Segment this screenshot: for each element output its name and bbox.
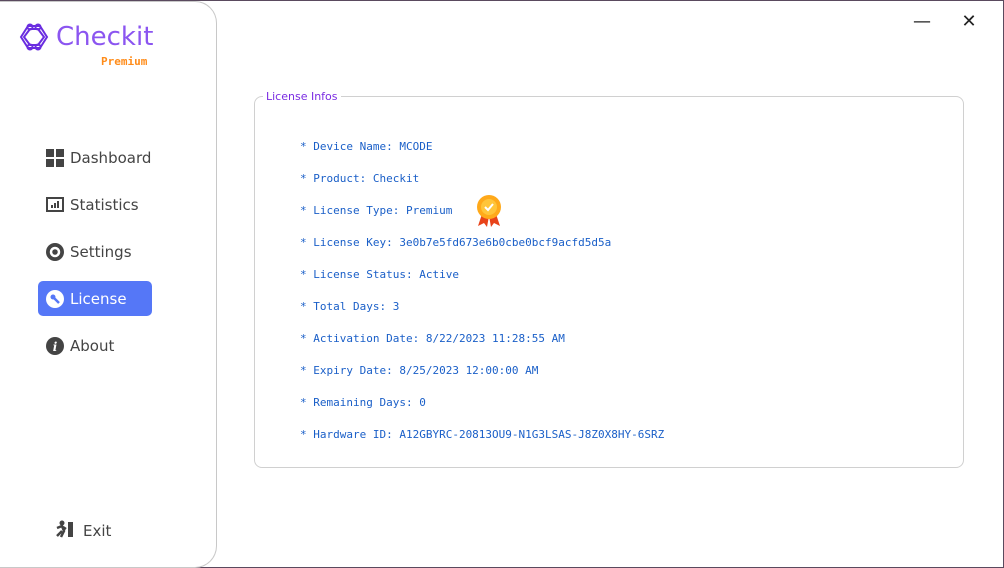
device-name: * Device Name: MCODE bbox=[300, 140, 433, 153]
nav-license[interactable]: License bbox=[38, 281, 152, 316]
info-icon: i bbox=[45, 336, 65, 356]
license-status: * License Status: Active bbox=[300, 268, 459, 281]
key-icon bbox=[45, 289, 65, 309]
svg-text:i: i bbox=[53, 340, 58, 354]
nav-statistics[interactable]: Statistics bbox=[38, 187, 152, 222]
total-days: * Total Days: 3 bbox=[300, 300, 400, 313]
exit-label: Exit bbox=[83, 522, 112, 540]
logo: Checkit bbox=[18, 22, 153, 52]
license-key: * License Key: 3e0b7e5fd673e6b0cbe0bcf9a… bbox=[300, 236, 612, 249]
nav-label: License bbox=[70, 289, 127, 308]
license-type: * License Type: Premium bbox=[300, 204, 453, 217]
edition-label: Premium bbox=[101, 55, 148, 68]
product: * Product: Checkit bbox=[300, 172, 420, 185]
expiry-date: * Expiry Date: 8/25/2023 12:00:00 AM bbox=[300, 364, 539, 377]
dashboard-icon bbox=[45, 148, 65, 168]
activation-date: * Activation Date: 8/22/2023 11:28:55 AM bbox=[300, 332, 565, 345]
nav-about[interactable]: i About bbox=[38, 328, 152, 363]
app-window: Checkit Premium Dashboard Statistics Set… bbox=[0, 1, 1003, 568]
logo-icon bbox=[19, 23, 49, 51]
nav-dashboard[interactable]: Dashboard bbox=[38, 140, 152, 175]
exit-icon bbox=[53, 520, 75, 542]
statistics-icon bbox=[45, 195, 65, 215]
nav-label: About bbox=[70, 336, 115, 355]
nav-label: Statistics bbox=[70, 195, 139, 214]
nav-label: Dashboard bbox=[70, 148, 152, 167]
nav-settings[interactable]: Settings bbox=[38, 234, 152, 269]
premium-badge-icon bbox=[475, 194, 503, 232]
remaining-days: * Remaining Days: 0 bbox=[300, 396, 426, 409]
license-info-panel: License Infos * Device Name: MCODE * Pro… bbox=[254, 90, 964, 468]
minimize-button[interactable]: — bbox=[912, 11, 932, 32]
close-button[interactable]: ✕ bbox=[959, 11, 979, 32]
app-name: Checkit bbox=[56, 22, 154, 52]
nav-label: Settings bbox=[70, 242, 132, 261]
panel-title: License Infos bbox=[266, 90, 338, 103]
hardware-id: * Hardware ID: A12GBYRC-20813OU9-N1G3LSA… bbox=[300, 428, 665, 441]
sidebar: Checkit Premium Dashboard Statistics Set… bbox=[0, 1, 217, 568]
gear-icon bbox=[45, 242, 65, 262]
exit-button[interactable]: Exit bbox=[53, 520, 111, 542]
